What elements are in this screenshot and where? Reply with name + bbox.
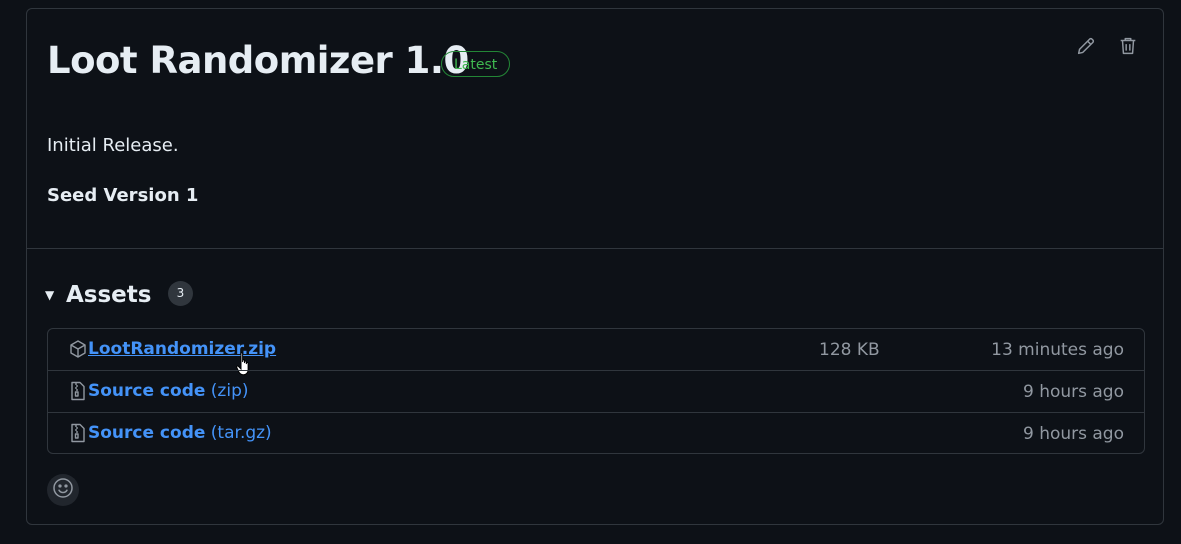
delete-button[interactable] xyxy=(1117,35,1141,59)
section-divider xyxy=(27,248,1163,249)
asset-size: 128 KB xyxy=(819,340,880,360)
asset-link-label: Source code xyxy=(88,381,206,401)
latest-badge: Latest xyxy=(441,51,511,77)
file-zip-icon xyxy=(68,381,88,401)
release-card: Loot Randomizer 1.0 Latest Initial Relea… xyxy=(26,8,1164,525)
release-description: Initial Release. xyxy=(47,135,179,156)
asset-row: Source code (zip) 9 hours ago xyxy=(48,370,1144,413)
edit-button[interactable] xyxy=(1075,35,1099,59)
release-title: Loot Randomizer 1.0 xyxy=(47,39,469,82)
assets-list: LootRandomizer.zip 128 KB 13 minutes ago… xyxy=(47,328,1145,454)
file-zip-icon xyxy=(68,423,88,443)
source-code-zip-link[interactable]: Source code (zip) xyxy=(88,381,249,401)
package-icon xyxy=(68,339,88,359)
trash-icon xyxy=(1117,37,1139,61)
asset-link-format: (zip) xyxy=(210,381,249,401)
assets-toggle[interactable]: ▼ Assets xyxy=(45,281,151,309)
asset-time: 13 minutes ago xyxy=(991,340,1124,360)
assets-count-badge: 3 xyxy=(168,281,193,306)
asset-time: 9 hours ago xyxy=(1022,382,1124,402)
asset-row: LootRandomizer.zip 128 KB 13 minutes ago xyxy=(48,329,1144,376)
asset-time: 9 hours ago xyxy=(1022,424,1124,444)
release-seed-version: Seed Version 1 xyxy=(47,185,199,206)
smiley-icon xyxy=(52,477,74,503)
add-reaction-button[interactable] xyxy=(47,474,79,506)
asset-link-label: Source code xyxy=(88,423,206,443)
caret-down-icon: ▼ xyxy=(45,288,55,302)
source-code-targz-link[interactable]: Source code (tar.gz) xyxy=(88,423,272,443)
asset-link-format: (tar.gz) xyxy=(210,423,272,443)
assets-heading: Assets xyxy=(66,282,152,308)
asset-row: Source code (tar.gz) 9 hours ago xyxy=(48,412,1144,454)
pencil-icon xyxy=(1075,37,1097,61)
